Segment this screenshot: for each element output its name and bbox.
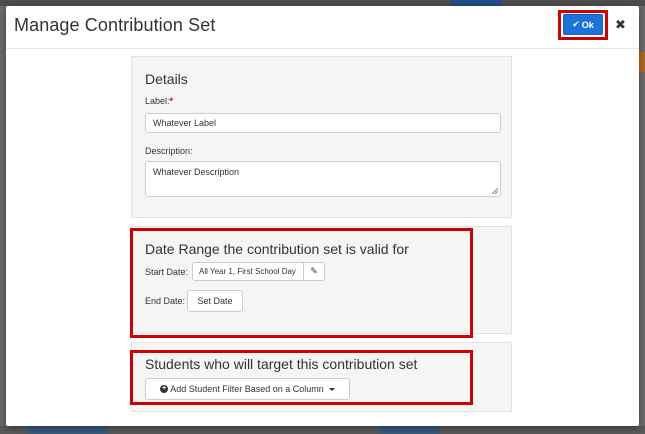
start-date-text: All Year 1, First School Day [199, 267, 296, 276]
check-icon: ✔ [572, 19, 580, 29]
label-field-label: Label:* [145, 96, 173, 106]
date-range-title: Date Range the contribution set is valid… [145, 241, 409, 257]
end-date-label: End Date: [145, 296, 186, 306]
date-range-panel: Date Range the contribution set is valid… [131, 226, 512, 334]
plus-circle-icon: + [160, 385, 169, 393]
background-app-block [380, 426, 440, 434]
add-student-filter-label: Add Student Filter Based on a Column [170, 384, 324, 394]
required-mark: * [169, 96, 174, 106]
resize-handle[interactable] [492, 188, 498, 194]
students-title: Students who will target this contributi… [145, 356, 418, 372]
start-date-label: Start Date: [145, 267, 189, 277]
details-panel: Details Label:* Description: Whatever De… [131, 56, 512, 218]
details-title: Details [145, 71, 188, 87]
label-input[interactable] [145, 113, 501, 133]
background-app-accent [638, 52, 645, 72]
start-date-value[interactable]: All Year 1, First School Day [192, 262, 304, 281]
set-date-button[interactable]: Set Date [187, 290, 243, 312]
description-text: Whatever Description [153, 167, 240, 177]
description-field-label: Description: [145, 146, 193, 156]
description-textarea[interactable]: Whatever Description [145, 161, 501, 197]
ok-button[interactable]: ✔ Ok [563, 14, 603, 35]
background-app-bottom [0, 426, 645, 434]
close-icon[interactable]: ✖ [615, 17, 626, 33]
caret-down-icon [328, 388, 335, 391]
pencil-icon: ✎ [310, 266, 318, 276]
edit-start-date-button[interactable]: ✎ [303, 262, 325, 281]
set-date-label: Set Date [197, 296, 233, 306]
manage-contribution-set-modal: Manage Contribution Set ✔ Ok ✖ Details L… [6, 6, 639, 426]
add-student-filter-button[interactable]: + Add Student Filter Based on a Column [145, 378, 350, 400]
ok-button-label: Ok [581, 19, 594, 30]
students-panel: Students who will target this contributi… [131, 342, 512, 412]
label-field-label-text: Label: [145, 96, 170, 106]
background-app-block [28, 426, 108, 434]
modal-title: Manage Contribution Set [14, 15, 216, 35]
modal-header: Manage Contribution Set ✔ Ok ✖ [6, 6, 639, 49]
